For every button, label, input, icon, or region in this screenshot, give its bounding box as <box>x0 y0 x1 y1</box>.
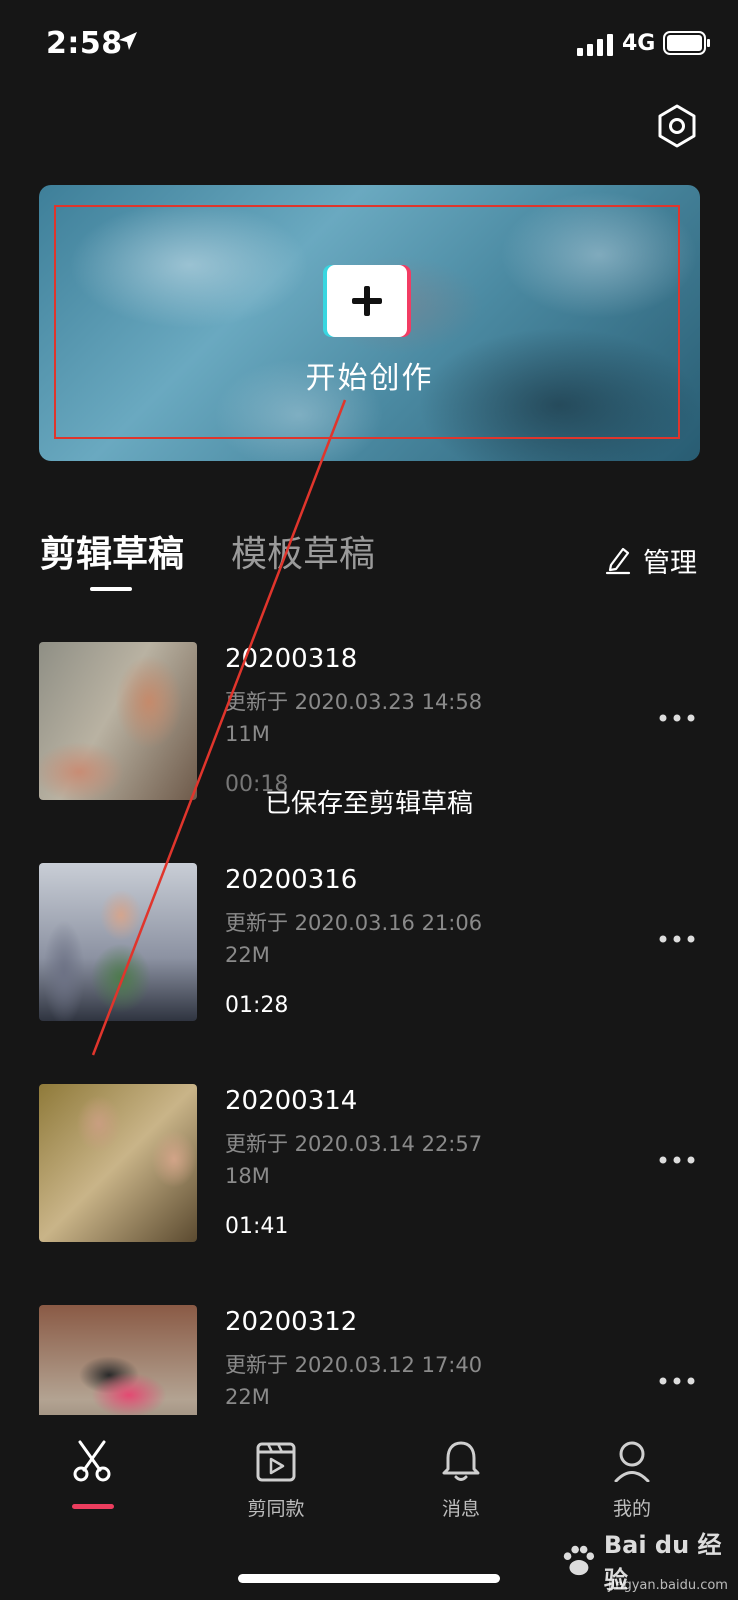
more-icon[interactable] <box>658 1154 696 1166</box>
nav-item-edit[interactable] <box>22 1412 162 1522</box>
draft-updated: 更新于 2020.03.14 22:57 <box>225 1132 483 1156</box>
manage-label: 管理 <box>643 547 697 579</box>
home-indicator[interactable] <box>238 1574 500 1583</box>
draft-size: 11M <box>225 722 270 746</box>
nav-label: 剪同款 <box>247 1498 305 1520</box>
draft-item[interactable]: 20200312 更新于 2020.03.12 17:40 22M <box>0 1303 738 1415</box>
status-bar: 2:58 4G <box>0 0 738 90</box>
signal-icon <box>577 34 613 56</box>
clapper-play-icon <box>256 1442 296 1482</box>
edit-pencil-icon <box>605 547 631 575</box>
start-create-banner[interactable]: 开始创作 <box>39 185 700 461</box>
network-type: 4G <box>622 31 656 56</box>
draft-updated: 更新于 2020.03.12 17:40 <box>225 1353 483 1377</box>
draft-list[interactable]: 20200318 更新于 2020.03.23 14:58 11M 00:18 … <box>0 640 738 1415</box>
scissors-icon <box>73 1440 111 1482</box>
manage-button[interactable]: 管理 <box>605 540 697 580</box>
draft-item[interactable]: 20200316 更新于 2020.03.16 21:06 22M 01:28 <box>0 861 738 1061</box>
more-icon[interactable] <box>658 712 696 724</box>
create-button[interactable] <box>327 265 407 337</box>
draft-title: 20200318 <box>225 644 358 674</box>
location-arrow-icon <box>119 32 137 50</box>
draft-updated: 更新于 2020.03.16 21:06 <box>225 911 483 935</box>
draft-size: 22M <box>225 1385 270 1409</box>
draft-duration: 01:28 <box>225 993 289 1018</box>
saved-toast: 已保存至剪辑草稿 <box>264 789 473 819</box>
nav-item-messages[interactable]: 消息 <box>391 1412 531 1522</box>
battery-icon <box>663 31 710 55</box>
settings-hexagon-icon[interactable] <box>657 104 697 148</box>
nav-label: 消息 <box>441 1498 480 1520</box>
bottom-nav: 剪同款 消息 我的 <box>0 1412 738 1532</box>
draft-thumbnail <box>39 1305 197 1415</box>
draft-updated: 更新于 2020.03.23 14:58 <box>225 690 483 714</box>
draft-item[interactable]: 20200314 更新于 2020.03.14 22:57 18M 01:41 <box>0 1082 738 1282</box>
active-nav-indicator <box>72 1504 114 1509</box>
paw-logo-icon <box>563 1545 595 1576</box>
draft-size: 18M <box>225 1164 270 1188</box>
draft-thumbnail <box>39 863 197 1021</box>
draft-title: 20200316 <box>225 865 358 895</box>
nav-item-profile[interactable]: 我的 <box>562 1412 702 1522</box>
tab-edit-drafts[interactable]: 剪辑草稿 <box>40 525 184 577</box>
tab-template-drafts[interactable]: 模板草稿 <box>231 525 375 577</box>
draft-duration: 01:41 <box>225 1214 289 1239</box>
watermark-url: jingyan.baidu.com <box>608 1578 728 1593</box>
draft-title: 20200312 <box>225 1307 358 1337</box>
nav-label: 我的 <box>612 1498 651 1520</box>
more-icon[interactable] <box>658 1375 696 1387</box>
person-icon <box>614 1441 650 1482</box>
start-create-label: 开始创作 <box>305 361 434 396</box>
active-tab-indicator <box>90 587 132 591</box>
baidu-watermark: Bai du 经验 <box>560 1531 738 1594</box>
draft-thumbnail <box>39 1084 197 1242</box>
draft-title: 20200314 <box>225 1086 358 1116</box>
plus-icon <box>352 286 382 316</box>
more-icon[interactable] <box>658 933 696 945</box>
draft-size: 22M <box>225 943 270 967</box>
draft-thumbnail <box>39 642 197 800</box>
status-time: 2:58 <box>46 26 123 61</box>
nav-item-templates[interactable]: 剪同款 <box>206 1412 346 1522</box>
bell-icon <box>442 1441 480 1481</box>
